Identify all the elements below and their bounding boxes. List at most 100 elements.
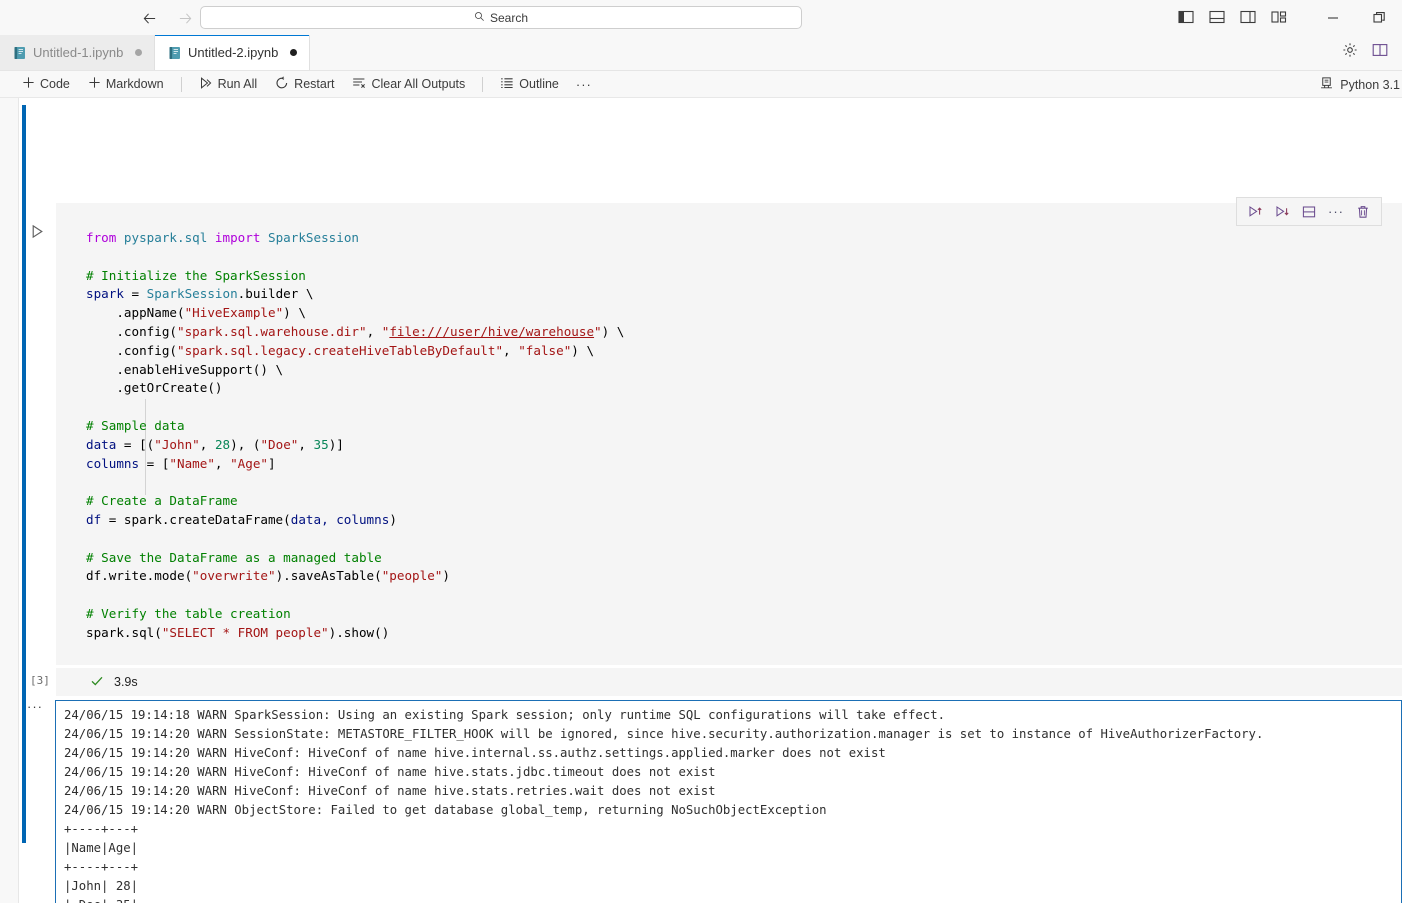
output-more-actions-button[interactable]: ··· xyxy=(26,698,44,714)
run-all-label: Run All xyxy=(218,77,258,91)
restart-kernel-button[interactable]: Restart xyxy=(266,73,343,95)
code-token: df xyxy=(86,512,109,527)
run-cell-icon[interactable] xyxy=(28,222,46,240)
clear-all-outputs-label: Clear All Outputs xyxy=(371,77,465,91)
cell-source-code[interactable]: from pyspark.sql import SparkSession # I… xyxy=(56,203,1402,665)
code-token: = spark.createDataFrame( xyxy=(109,512,291,527)
execute-below-cells-icon[interactable] xyxy=(1270,200,1294,223)
code-line xyxy=(86,473,1402,492)
search-icon xyxy=(474,11,485,25)
code-token: from xyxy=(86,230,124,245)
code-line: .appName("HiveExample") \ xyxy=(86,304,1402,323)
navigation-arrows xyxy=(138,7,196,29)
run-all-button[interactable]: Run All xyxy=(190,73,267,95)
add-code-cell-label: Code xyxy=(40,77,70,91)
add-markdown-cell-label: Markdown xyxy=(106,77,164,91)
code-line: .config("spark.sql.warehouse.dir", "file… xyxy=(86,323,1402,342)
notebook-icon xyxy=(14,46,26,60)
code-token: columns xyxy=(86,456,147,471)
outline-button[interactable]: Outline xyxy=(491,73,568,95)
toolbar-separator xyxy=(181,77,182,92)
split-editor-icon[interactable] xyxy=(1372,42,1388,63)
cell-more-actions-button[interactable]: ··· xyxy=(1324,200,1348,223)
toggle-primary-sidebar-icon[interactable] xyxy=(1176,7,1196,27)
outline-label: Outline xyxy=(519,77,559,91)
code-token: ).saveAsTable( xyxy=(276,568,382,583)
code-line: from pyspark.sql import SparkSession xyxy=(86,229,1402,248)
code-token: file:///user/hive/warehouse xyxy=(389,324,594,339)
notebook-toolbar: Code Markdown Run All Restart Clear All xyxy=(0,71,1402,98)
code-token: SparkSession xyxy=(268,230,359,245)
code-token: ) \ xyxy=(602,324,625,339)
tab-untitled-2[interactable]: Untitled-2.ipynb xyxy=(155,35,310,70)
code-token: "false" xyxy=(518,343,571,358)
minimize-button[interactable] xyxy=(1310,0,1356,35)
code-token: # Save the DataFrame as a managed table xyxy=(86,550,382,565)
code-token: .config( xyxy=(86,324,177,339)
kernel-selector[interactable]: Python 3.1 xyxy=(1319,71,1402,98)
clear-all-outputs-button[interactable]: Clear All Outputs xyxy=(343,73,474,95)
execution-count: [3] xyxy=(30,674,50,687)
add-markdown-cell-button[interactable]: Markdown xyxy=(79,73,173,95)
forward-button[interactable] xyxy=(174,7,196,29)
code-token: spark.sql( xyxy=(86,625,162,640)
code-token: SparkSession xyxy=(147,286,238,301)
editor-tab-bar: Untitled-1.ipynb Untitled-2.ipynb xyxy=(0,35,1402,71)
toolbar-more-button[interactable]: ··· xyxy=(568,77,600,92)
code-token: , xyxy=(298,437,313,452)
code-line: # Sample data xyxy=(86,417,1402,436)
execute-above-cells-icon[interactable] xyxy=(1243,200,1267,223)
clear-outputs-icon xyxy=(352,76,366,93)
toggle-secondary-sidebar-icon[interactable] xyxy=(1238,7,1258,27)
code-token: import xyxy=(207,230,268,245)
notebook-body: ··· from pyspark.sql import SparkSession… xyxy=(0,98,1402,903)
tab-untitled-1[interactable]: Untitled-1.ipynb xyxy=(0,35,155,70)
code-line: spark.sql("SELECT * FROM people").show() xyxy=(86,624,1402,643)
code-line: # Save the DataFrame as a managed table xyxy=(86,549,1402,568)
tab-bar-actions xyxy=(1342,35,1402,70)
cell-output[interactable]: 24/06/15 19:14:18 WARN SparkSession: Usi… xyxy=(55,700,1402,903)
code-line: spark = SparkSession.builder \ xyxy=(86,285,1402,304)
code-token: spark xyxy=(86,286,132,301)
code-token: 28 xyxy=(215,437,230,452)
code-token: data, columns xyxy=(291,512,390,527)
code-token: 35 xyxy=(314,437,329,452)
restore-button[interactable] xyxy=(1356,0,1402,35)
code-line: df = spark.createDataFrame(data, columns… xyxy=(86,511,1402,530)
code-token: = xyxy=(132,286,147,301)
command-search-bar[interactable]: Search xyxy=(200,6,802,29)
code-token: .enableHiveSupport() \ xyxy=(86,362,283,377)
cell-focus-indicator xyxy=(22,105,26,843)
tab-label: Untitled-2.ipynb xyxy=(188,45,278,60)
toggle-panel-icon[interactable] xyxy=(1207,7,1227,27)
tab-label: Untitled-1.ipynb xyxy=(33,45,123,60)
code-token: df.write.mode( xyxy=(86,568,192,583)
window-controls xyxy=(1310,0,1402,35)
cell-status-bar: 3.9s Pytho xyxy=(56,668,1402,696)
customize-layout-icon[interactable] xyxy=(1269,7,1289,27)
code-token: , xyxy=(200,437,215,452)
code-token: "John" xyxy=(154,437,200,452)
dirty-indicator[interactable] xyxy=(290,49,297,56)
plus-icon xyxy=(22,76,35,92)
kernel-icon xyxy=(1319,76,1334,94)
gear-icon[interactable] xyxy=(1342,42,1358,63)
code-token: "Name" xyxy=(169,456,215,471)
code-token: , xyxy=(367,324,382,339)
code-line xyxy=(86,248,1402,267)
back-button[interactable] xyxy=(138,7,160,29)
code-token: , xyxy=(503,343,518,358)
code-token: ) \ xyxy=(571,343,594,358)
restart-kernel-label: Restart xyxy=(294,77,334,91)
cell-toolbar: ··· xyxy=(1236,197,1382,226)
code-token: ) \ xyxy=(283,305,306,320)
code-token: "overwrite" xyxy=(192,568,275,583)
code-line: df.write.mode("overwrite").saveAsTable("… xyxy=(86,567,1402,586)
split-cell-icon[interactable] xyxy=(1297,200,1321,223)
code-token: .appName( xyxy=(86,305,185,320)
code-line: data = [("John", 28), ("Doe", 35)] xyxy=(86,436,1402,455)
dirty-indicator[interactable] xyxy=(135,49,142,56)
code-cell-editor[interactable]: from pyspark.sql import SparkSession # I… xyxy=(56,203,1402,665)
delete-cell-icon[interactable] xyxy=(1351,200,1375,223)
add-code-cell-button[interactable]: Code xyxy=(18,73,79,95)
